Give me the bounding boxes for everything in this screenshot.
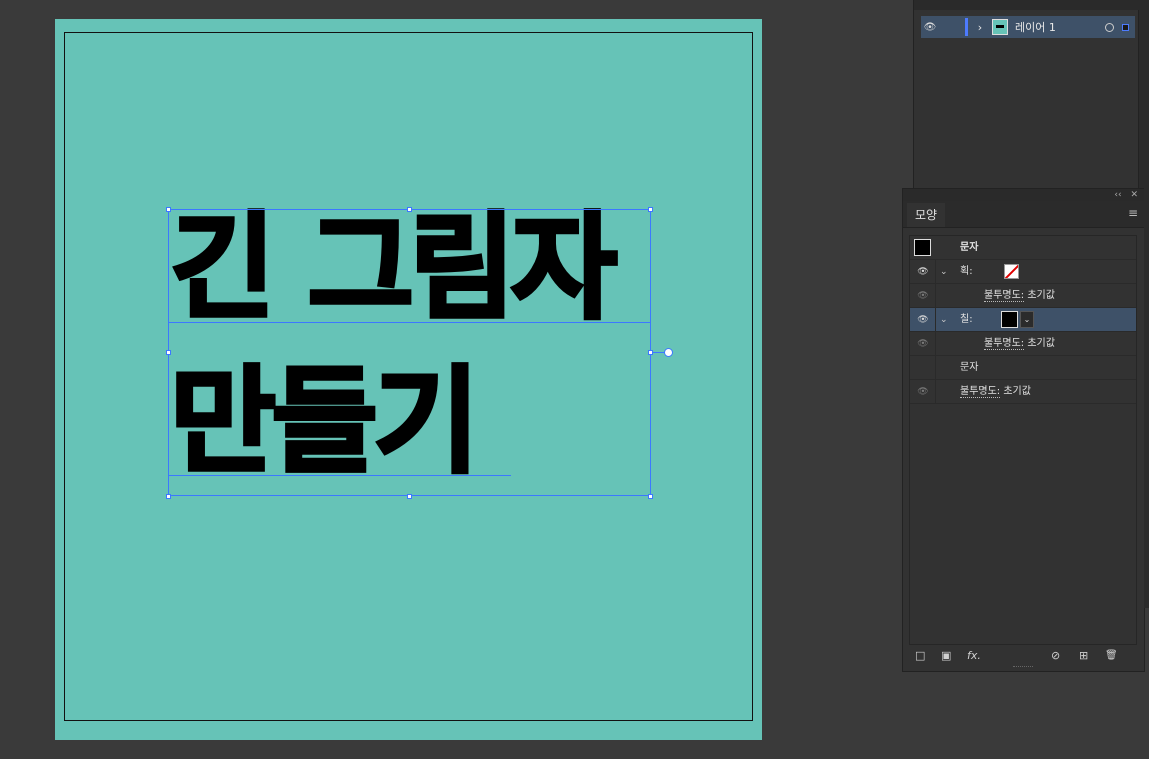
resize-handle-top-left[interactable] (166, 207, 171, 212)
fill-opacity-value: 초기값 (1027, 338, 1055, 349)
layers-scrollbar[interactable] (1138, 10, 1149, 190)
eye-icon[interactable]: 👁 (914, 260, 932, 284)
opacity-value: 초기값 (1003, 386, 1031, 397)
add-new-stroke-button[interactable]: □ (915, 647, 925, 665)
stroke-opacity-text: 불투명도: 초기값 (984, 284, 1055, 308)
appearance-row-stroke[interactable]: 👁 ⌄ 획: (910, 260, 1136, 284)
selection-indicator-icon[interactable] (1122, 23, 1129, 31)
fill-opacity-link[interactable]: 불투명도: (984, 338, 1025, 350)
stroke-none-swatch[interactable] (1004, 264, 1019, 279)
eye-icon[interactable]: 👁 (921, 22, 939, 33)
layer-name[interactable]: 레이어 1 (1015, 19, 1105, 35)
layer-row-1[interactable]: 👁 › 레이어 1 (921, 16, 1135, 38)
chevron-down-icon[interactable]: ⌄ (940, 260, 948, 284)
eye-icon[interactable]: 👁 (914, 284, 932, 308)
eye-icon[interactable]: 👁 (914, 308, 932, 332)
appearance-row-opacity[interactable]: 👁 불투명도: 초기값 (910, 380, 1136, 404)
fill-opacity-text: 불투명도: 초기값 (984, 332, 1055, 356)
resize-handle-middle-left[interactable] (166, 350, 171, 355)
panel-menu-icon[interactable]: ≡ (1128, 206, 1138, 220)
eye-icon[interactable]: 👁 (914, 332, 932, 356)
column-divider (935, 332, 936, 356)
eye-icon[interactable]: 👁 (914, 380, 932, 404)
appearance-panel: ‹‹ ✕ 모양 ≡ 문자 👁 ⌄ 획: 👁 불투명도: 초기값 👁 ⌄ 칠: ⌄… (902, 188, 1145, 672)
clear-appearance-button[interactable]: ⊘ (1051, 647, 1060, 665)
tab-appearance[interactable]: 모양 (907, 203, 945, 227)
appearance-panel-titlebar: ‹‹ ✕ (903, 189, 1144, 201)
layer-color-indicator (965, 18, 968, 36)
delete-item-button[interactable]: 🗑 (1105, 647, 1118, 665)
resize-handle-top-center[interactable] (407, 207, 412, 212)
layers-panel-tabbar (914, 0, 1149, 10)
appearance-row-characters[interactable]: 문자 (910, 356, 1136, 380)
text-out-port[interactable] (664, 348, 673, 357)
stroke-opacity-value: 초기값 (1027, 290, 1055, 301)
fill-label: 칠: (960, 314, 973, 325)
column-divider (935, 284, 936, 308)
panel-resize-grip[interactable] (1013, 666, 1033, 670)
selection-bounding-box[interactable] (168, 209, 651, 496)
target-circle-icon[interactable] (1105, 22, 1114, 32)
resize-handle-bottom-right[interactable] (648, 494, 653, 499)
stroke-label: 획: (960, 266, 973, 277)
opacity-link[interactable]: 불투명도: (960, 386, 1001, 398)
dock-scrollbar[interactable] (1144, 188, 1149, 608)
appearance-footer-toolbar: □ ▣ fx. ⊘ ⊞ 🗑 (909, 647, 1137, 665)
column-divider (935, 260, 936, 284)
chevron-right-icon[interactable]: › (972, 21, 988, 34)
character-swatch (914, 239, 931, 256)
layer-thumbnail (992, 19, 1008, 35)
stroke-opacity-link[interactable]: 불투명도: (984, 290, 1025, 302)
appearance-row-stroke-opacity[interactable]: 👁 불투명도: 초기값 (910, 284, 1136, 308)
opacity-text: 불투명도: 초기값 (960, 380, 1031, 404)
characters-header-label: 문자 (960, 242, 979, 253)
fill-swatch-dropdown[interactable]: ⌄ (1020, 311, 1034, 328)
close-panel-button[interactable]: ✕ (1130, 190, 1138, 200)
column-divider (935, 356, 936, 380)
characters-label: 문자 (960, 362, 979, 373)
column-divider (935, 308, 936, 332)
chevron-down-icon[interactable]: ⌄ (940, 308, 948, 332)
appearance-tabbar: 모양 ≡ (903, 201, 1144, 228)
appearance-row-characters-header[interactable]: 문자 (910, 236, 1136, 260)
resize-handle-top-right[interactable] (648, 207, 653, 212)
resize-handle-bottom-center[interactable] (407, 494, 412, 499)
appearance-attribute-list: 문자 👁 ⌄ 획: 👁 불투명도: 초기값 👁 ⌄ 칠: ⌄ 👁 불투명도: 초… (909, 235, 1137, 645)
appearance-row-fill[interactable]: 👁 ⌄ 칠: ⌄ (910, 308, 1136, 332)
collapse-panel-button[interactable]: ‹‹ (1114, 190, 1121, 200)
layers-panel: 👁 › 레이어 1 (913, 0, 1149, 190)
fill-color-swatch[interactable] (1001, 311, 1018, 328)
duplicate-item-button[interactable]: ⊞ (1079, 647, 1088, 665)
add-effect-button[interactable]: fx. (967, 647, 981, 665)
column-divider (935, 380, 936, 404)
resize-handle-bottom-left[interactable] (166, 494, 171, 499)
add-new-fill-button[interactable]: ▣ (941, 647, 951, 665)
appearance-row-fill-opacity[interactable]: 👁 불투명도: 초기값 (910, 332, 1136, 356)
artboard[interactable]: 긴 그림자 만들기 (55, 19, 762, 740)
